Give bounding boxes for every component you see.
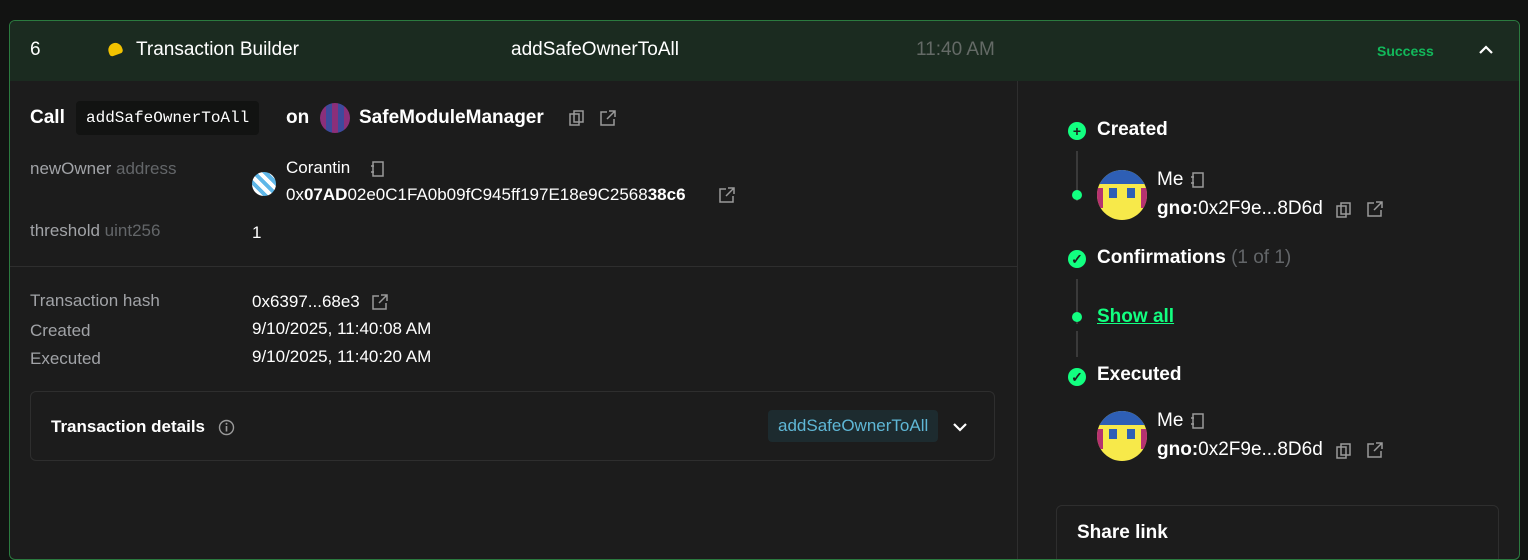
divider (10, 266, 1017, 267)
contract-avatar (320, 103, 350, 133)
status-badge: Success (1377, 43, 1434, 59)
app-name: Transaction Builder (136, 39, 299, 60)
transaction-details-panel: Call addSafeOwnerToAll on SafeModuleMana… (10, 81, 1017, 559)
creator-name: Me (1157, 169, 1184, 190)
tx-hash-value: 0x6397...68e3 (252, 292, 360, 311)
chevron-up-icon[interactable] (1477, 41, 1495, 59)
copy-icon[interactable] (1336, 443, 1352, 459)
owner-name: Corantin (286, 158, 351, 177)
share-link-box[interactable]: Share link (1056, 505, 1499, 559)
contract-name: SafeModuleManager (359, 107, 544, 128)
call-method: addSafeOwnerToAll (76, 101, 260, 135)
transaction-timeline-panel: + Created Me gno:0x2F9e...8D6d ✓ Confirm… (1017, 81, 1519, 559)
external-link-icon[interactable] (599, 109, 617, 127)
call-on: on (286, 107, 310, 128)
timeline-executed-label: Executed (1097, 364, 1182, 385)
param-name-newowner: newOwner address (30, 159, 177, 178)
external-link-icon[interactable] (718, 186, 736, 204)
app-icon (106, 40, 124, 58)
owner-address: 0x07AD02e0C1FA0b09fC945ff197E18e9C256838… (286, 185, 686, 204)
external-link-icon[interactable] (1366, 441, 1384, 459)
confirmations-label: Confirmations (1 of 1) (1097, 247, 1292, 268)
created-label: Created (30, 321, 91, 340)
external-link-icon[interactable] (371, 293, 389, 311)
show-all-link[interactable]: Show all (1097, 306, 1174, 328)
plus-icon: + (1068, 122, 1086, 140)
copy-icon[interactable] (1336, 202, 1352, 218)
external-link-icon[interactable] (1366, 200, 1384, 218)
address-book-icon[interactable] (1191, 413, 1205, 429)
executed-value: 9/10/2025, 11:40:20 AM (252, 347, 432, 366)
info-icon[interactable] (218, 419, 235, 436)
transaction-card: 6 Transaction Builder addSafeOwnerToAll … (9, 20, 1520, 560)
threshold-value: 1 (252, 223, 262, 242)
executed-label: Executed (30, 349, 101, 368)
tx-hash-label: Transaction hash (30, 291, 160, 310)
timeline-line (1076, 331, 1078, 357)
check-icon: ✓ (1068, 250, 1086, 268)
executor-name: Me (1157, 410, 1184, 431)
address-book-icon[interactable] (1191, 172, 1205, 188)
executor-address: gno:0x2F9e...8D6d (1157, 439, 1323, 460)
header-time: 11:40 AM (916, 39, 995, 60)
method-chip: addSafeOwnerToAll (768, 410, 939, 442)
chevron-down-icon[interactable] (951, 418, 969, 436)
timeline-created-label: Created (1097, 119, 1168, 140)
header-method: addSafeOwnerToAll (511, 39, 679, 60)
nonce: 6 (30, 39, 41, 60)
timeline-dot (1072, 190, 1082, 200)
transaction-details-accordion[interactable]: Transaction details addSafeOwnerToAll (30, 391, 995, 461)
param-name-threshold: threshold uint256 (30, 221, 161, 240)
copy-icon[interactable] (569, 110, 585, 126)
address-book-icon[interactable] (371, 161, 385, 177)
share-link-label: Share link (1077, 522, 1168, 543)
owner-avatar (252, 172, 276, 196)
executor-avatar (1097, 411, 1147, 461)
creator-address: gno:0x2F9e...8D6d (1157, 198, 1323, 219)
timeline-dot (1072, 312, 1082, 322)
check-icon: ✓ (1068, 368, 1086, 386)
transaction-header[interactable]: 6 Transaction Builder addSafeOwnerToAll … (10, 21, 1519, 81)
details-label: Transaction details (51, 417, 205, 436)
creator-avatar (1097, 170, 1147, 220)
call-prefix: Call (30, 107, 65, 128)
created-value: 9/10/2025, 11:40:08 AM (252, 319, 432, 338)
